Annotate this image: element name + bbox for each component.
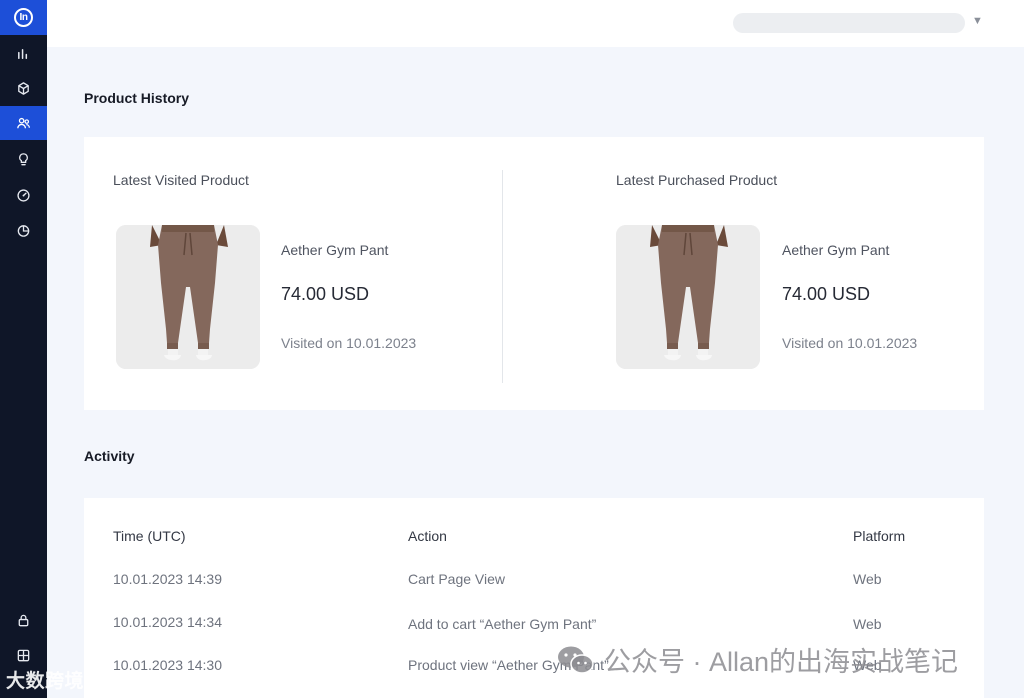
gauge-icon [17,188,30,202]
watermark-left: 大数跨境 [6,671,85,692]
sidebar-item-reports[interactable] [0,213,47,247]
purchased-product-price: 74.00 USD [782,284,871,304]
bar-chart-icon [18,48,28,59]
product-history-title: Product History [84,90,190,106]
purchased-product-name[interactable]: Aether Gym Pant [782,242,889,258]
sidebar-item-performance[interactable] [0,178,47,212]
row-time: 10.01.2023 14:30 [113,657,222,673]
column-divider [502,170,503,383]
column-header-action[interactable]: Action [408,528,447,544]
wechat-icon [558,646,594,674]
pants-image [116,225,260,369]
activity-title: Activity [84,448,135,464]
account-selector[interactable] [733,13,965,33]
visited-product-price: 74.00 USD [281,284,370,304]
latest-purchased-label: Latest Purchased Product [616,172,778,188]
sidebar-item-products[interactable] [0,71,47,105]
lightbulb-icon [19,152,28,165]
users-icon [17,117,30,128]
grid-icon [17,649,30,661]
purchased-product-date: Visited on 10.01.2023 [782,335,918,351]
cube-icon [18,81,29,95]
sidebar-item-security[interactable] [0,603,47,637]
pie-chart-icon [17,224,30,237]
row-platform: Web [853,616,882,632]
column-header-platform[interactable]: Platform [853,528,905,544]
row-platform: Web [853,571,882,587]
sidebar-item-analytics[interactable] [0,36,47,70]
latest-visited-label: Latest Visited Product [113,172,249,188]
product-history-card: Latest Visited Product Aether Gym Pant 7… [84,137,984,410]
app-logo[interactable]: In [0,0,47,35]
column-header-time[interactable]: Time (UTC) [113,528,186,544]
watermark-text: 公众号 · Allan的出海实战笔记 [604,647,959,677]
sidebar-item-customers[interactable] [0,106,47,140]
top-bar: ▼ [47,0,1024,47]
visited-product-date: Visited on 10.01.2023 [281,335,417,351]
lock-icon [18,614,29,626]
pants-image [616,225,760,369]
row-time: 10.01.2023 14:34 [113,614,222,630]
sidebar: In [0,0,47,698]
row-action: Cart Page View [408,571,506,587]
row-action: Add to cart “Aether Gym Pant” [408,616,597,632]
visited-product-name[interactable]: Aether Gym Pant [281,242,388,258]
watermark-right: 公众号 · Allan的出海实战笔记 [556,640,958,679]
row-time: 10.01.2023 14:39 [113,571,222,587]
chevron-down-icon[interactable]: ▼ [972,16,983,27]
purchased-product-image[interactable] [616,225,760,369]
visited-product-image[interactable] [116,225,260,369]
sidebar-item-insights[interactable] [0,142,47,176]
logo-icon: In [14,8,33,27]
